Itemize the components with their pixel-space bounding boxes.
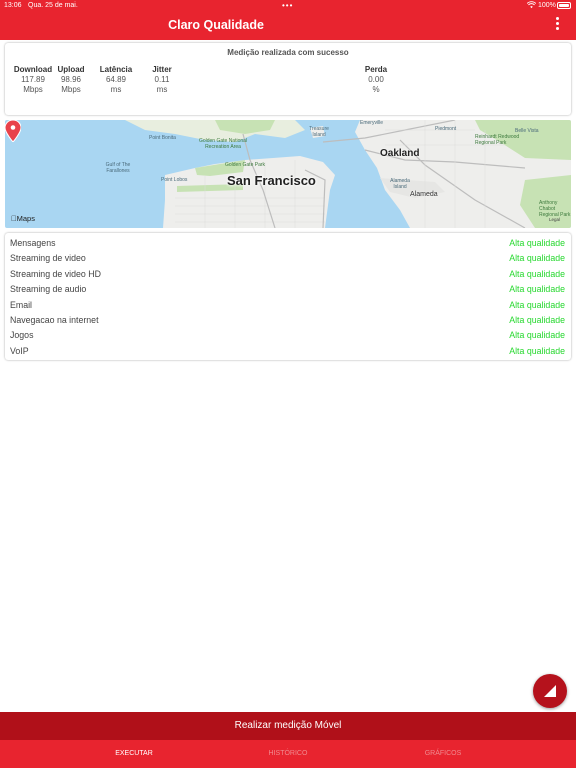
page-title: Claro Qualidade — [168, 18, 264, 32]
map-label-belle-vista: Belle Vista — [515, 128, 539, 134]
map-label-oakland: Oakland — [380, 148, 420, 159]
start-mobile-measurement-button[interactable]: Realizar medição Móvel — [0, 712, 576, 740]
map-label-point-bonita: Point Bonita — [149, 135, 176, 141]
multitask-dots-icon[interactable]: ••• — [282, 1, 293, 10]
list-item: VoIP Alta qualidade — [10, 345, 565, 356]
metric-jitter: Jitter 0.11 ms — [152, 65, 172, 94]
quality-list-card: Mensagens Alta qualidade Streaming de vi… — [5, 233, 571, 360]
map-label-anthony-chabot: Anthony Chabot Regional Park — [539, 200, 571, 218]
wifi-icon — [527, 1, 536, 9]
map-legal-link[interactable]: Legal — [549, 217, 560, 222]
results-headline: Medição realizada com sucesso — [227, 48, 349, 57]
status-time: 13:06 — [4, 2, 22, 9]
list-item: Mensagens Alta qualidade — [10, 238, 565, 248]
location-pin-icon[interactable] — [5, 120, 21, 142]
metric-upload: Upload 98.96 Mbps — [57, 65, 85, 94]
bottom-tab-bar: EXECUTAR HISTÓRICO GRÁFICOS — [0, 740, 576, 768]
signal-strength-icon — [544, 685, 556, 697]
measurement-results-card: Medição realizada com sucesso Download 1… — [5, 43, 571, 115]
map-label-treasure-island: Treasure Island — [309, 126, 329, 138]
tab-graficos[interactable]: GRÁFICOS — [393, 750, 493, 757]
status-date: Qua. 25 de mai. — [28, 2, 78, 9]
map-label-piedmont: Piedmont — [435, 126, 457, 132]
tab-historico[interactable]: HISTÓRICO — [238, 750, 338, 757]
maps-logo: Maps — [11, 214, 35, 223]
more-options-icon[interactable] — [550, 16, 564, 34]
list-item: Streaming de audio Alta qualidade — [10, 284, 565, 295]
battery-percent: 100% — [538, 2, 556, 9]
map-label-alameda: Alameda — [410, 191, 438, 198]
tab-executar[interactable]: EXECUTAR — [84, 750, 184, 757]
location-map[interactable]: Point Bonita Point Lobos Gulf of The Far… — [5, 120, 571, 228]
signal-fab-button[interactable] — [533, 674, 567, 708]
list-item: Streaming de video HD Alta qualidade — [10, 268, 565, 279]
metric-loss: Perda 0.00 % — [364, 65, 388, 94]
map-label-san-francisco: San Francisco — [227, 173, 316, 188]
map-label-reinhardt: Reinhardt Redwood Regional Park — [475, 134, 520, 146]
map-label-alameda-island: Alameda Island — [390, 178, 410, 190]
list-item: Navegacao na internet Alta qualidade — [10, 315, 565, 325]
metric-latency: Latência 64.89 ms — [99, 65, 133, 94]
map-label-presidio: Golden Gate National Recreation Area — [198, 138, 248, 150]
map-label-point-lobos: Point Lobos — [161, 177, 188, 183]
app-header: 13:06 Qua. 25 de mai. ••• 100% Claro Qua… — [0, 0, 576, 40]
map-label-gulf: Gulf of The Farallones — [105, 162, 131, 174]
status-bar: 13:06 Qua. 25 de mai. ••• 100% — [0, 0, 576, 12]
map-label-ggpark: Golden Gate Park — [225, 162, 266, 168]
list-item: Streaming de video Alta qualidade — [10, 253, 565, 264]
map-label-emeryville: Emeryville — [360, 120, 384, 126]
list-item: Email Alta qualidade — [10, 299, 565, 310]
battery-icon — [557, 2, 571, 9]
list-item: Jogos Alta qualidade — [10, 330, 565, 341]
